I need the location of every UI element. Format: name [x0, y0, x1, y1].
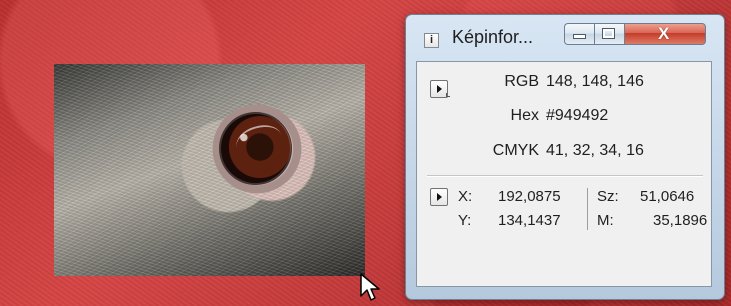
coordinate-readout: X: 192,0875 Y: 134,1437 Sz: 51,0646 M: 3… — [417, 182, 713, 242]
sz-label: Sz: — [597, 188, 619, 205]
section-divider — [427, 175, 703, 176]
cmyk-label: CMYK — [492, 142, 539, 159]
y-value: 134,1437 — [498, 212, 561, 229]
image-info-window: i Képinfor... X RGB 148, 148, 146 Hex #9… — [405, 14, 725, 300]
hex-label: Hex — [510, 107, 539, 124]
window-controls: X — [564, 23, 706, 45]
cmyk-row: CMYK 41, 32, 34, 16 — [417, 142, 713, 166]
info-panel: RGB 148, 148, 146 Hex #949492 CMYK 41, 3… — [416, 61, 712, 287]
sz-value: 51,0646 — [640, 188, 695, 205]
close-icon: X — [658, 24, 670, 43]
coordinate-separator — [587, 188, 588, 230]
window-title: Képinfor... — [452, 27, 534, 47]
y-label: Y: — [458, 212, 472, 229]
minimize-button[interactable] — [564, 23, 594, 45]
rgb-value: 148, 148, 146 — [546, 73, 644, 90]
rgb-row: RGB 148, 148, 146 — [417, 73, 713, 97]
maximize-icon — [603, 29, 614, 38]
x-label: X: — [458, 188, 473, 205]
info-icon: i — [424, 33, 439, 48]
koala-photo — [54, 64, 365, 276]
minimize-icon — [574, 35, 585, 38]
close-button[interactable]: X — [624, 23, 706, 45]
m-label: M: — [597, 212, 614, 229]
cmyk-value: 41, 32, 34, 16 — [546, 142, 644, 159]
hex-row: Hex #949492 — [417, 107, 713, 131]
m-value: 35,1896 — [653, 212, 708, 229]
maximize-button[interactable] — [594, 23, 624, 45]
window-titlebar[interactable]: i Képinfor... X — [406, 15, 724, 57]
rgb-label: RGB — [504, 73, 539, 90]
x-value: 192,0875 — [498, 188, 561, 205]
hex-value: #949492 — [546, 107, 609, 124]
